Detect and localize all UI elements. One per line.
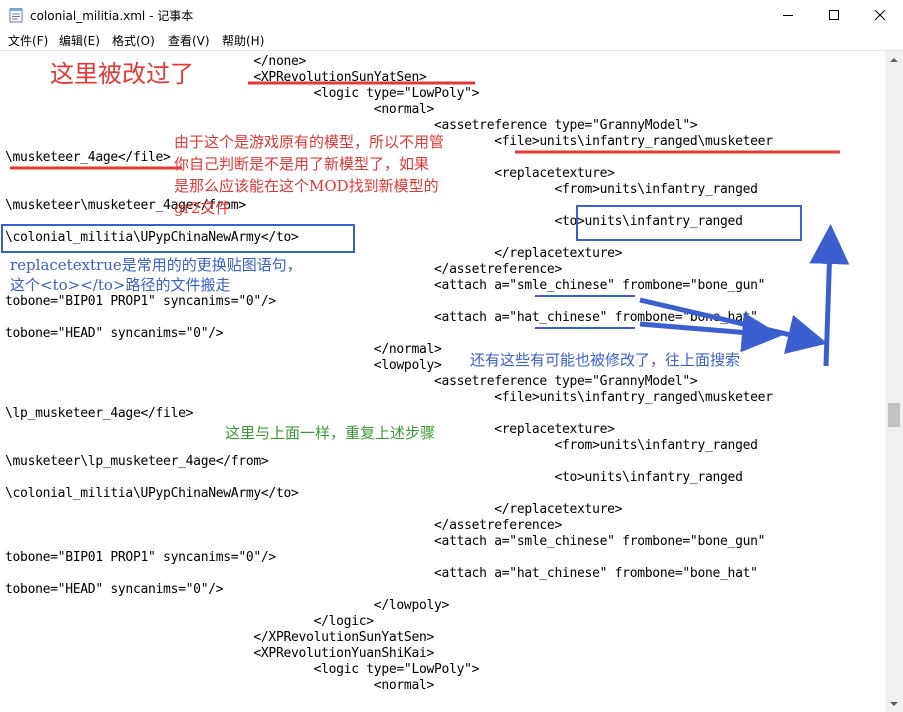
menu-help[interactable]: 帮助(H): [222, 32, 264, 49]
notepad-icon: [9, 8, 23, 23]
code-line: \musketeer_4age</file>: [5, 150, 171, 165]
code-line: <attach a="hat_chinese" frombone="bone_h…: [5, 566, 758, 581]
close-button[interactable]: [857, 0, 903, 30]
code-line: tobone="BIP01 PROP1" syncanims="0"/>: [5, 294, 276, 309]
code-line: </normal>: [5, 342, 442, 357]
menu-file[interactable]: 文件(F): [8, 32, 48, 49]
menu-edit[interactable]: 编辑(E): [59, 32, 100, 49]
scroll-down-icon[interactable]: [885, 695, 903, 712]
code-line: </lowpoly>: [5, 598, 450, 613]
code-line: <attach a="hat_chinese" frombone="bone_h…: [5, 310, 758, 325]
code-line: tobone="BIP01 PROP1" syncanims="0"/>: [5, 550, 276, 565]
code-line: <assetreference type="GrannyModel">: [5, 374, 698, 389]
menu-format[interactable]: 格式(O): [112, 32, 155, 49]
window-title: colonial_militia.xml - 记事本: [30, 9, 194, 23]
code-line: tobone="HEAD" syncanims="0"/>: [5, 582, 224, 597]
vertical-scrollbar[interactable]: [885, 51, 903, 712]
code-line: <normal>: [5, 102, 435, 117]
code-line: <logic type="LowPoly">: [5, 662, 480, 677]
maximize-button[interactable]: [811, 0, 857, 30]
maximize-icon: [829, 10, 839, 20]
code-line: </logic>: [5, 614, 375, 629]
scrollbar-thumb[interactable]: [888, 403, 900, 427]
code-line: <normal>: [5, 678, 435, 693]
code-line: \colonial_militia\UPypChinaNewArmy</to>: [5, 230, 299, 245]
code-line: \musketeer\lp_musketeer_4age</from>: [5, 454, 269, 469]
replacetexture-note: replacetextrue是常用的的更换贴图语句， 这个<to></to>路径…: [10, 256, 302, 294]
code-line: <lowpoly>: [5, 358, 442, 373]
repeat-steps-note: 这里与上面一样，重复上述步骤: [225, 424, 436, 442]
minimize-icon: [783, 15, 793, 16]
menu-bar: 文件(F) 编辑(E) 格式(O) 查看(V) 帮助(H): [0, 30, 903, 51]
modified-here-note: 这里被改过了: [50, 60, 194, 88]
title-bar: colonial_militia.xml - 记事本: [0, 0, 903, 31]
code-line: <attach a="smle_chinese" frombone="bone_…: [5, 534, 766, 549]
may-be-modified-note: 还有这些有可能也被修改了，往上面搜索: [470, 351, 741, 369]
code-line: </XPRevolutionSunYatSen>: [5, 630, 435, 645]
menu-view[interactable]: 查看(V): [168, 32, 210, 49]
code-line: <XPRevolutionYuanShiKai>: [5, 646, 435, 661]
code-line: </assetreference>: [5, 518, 562, 533]
code-line: \colonial_militia\UPypChinaNewArmy</to>: [5, 486, 299, 501]
code-line: <to>units\infantry_ranged: [5, 470, 743, 485]
code-line: tobone="HEAD" syncanims="0"/>: [5, 326, 224, 341]
code-line: <file>units\infantry_ranged\musketeer: [5, 390, 773, 405]
scroll-up-icon[interactable]: [885, 51, 903, 68]
code-line: \lp_musketeer_4age</file>: [5, 406, 194, 421]
original-model-note: 由于这个是游戏原有的模型，所以不用管 你自己判断是不是用了新模型了，如果 是那么…: [174, 133, 445, 217]
close-icon: [875, 10, 885, 20]
minimize-button[interactable]: [765, 0, 811, 30]
code-line: </replacetexture>: [5, 502, 623, 517]
